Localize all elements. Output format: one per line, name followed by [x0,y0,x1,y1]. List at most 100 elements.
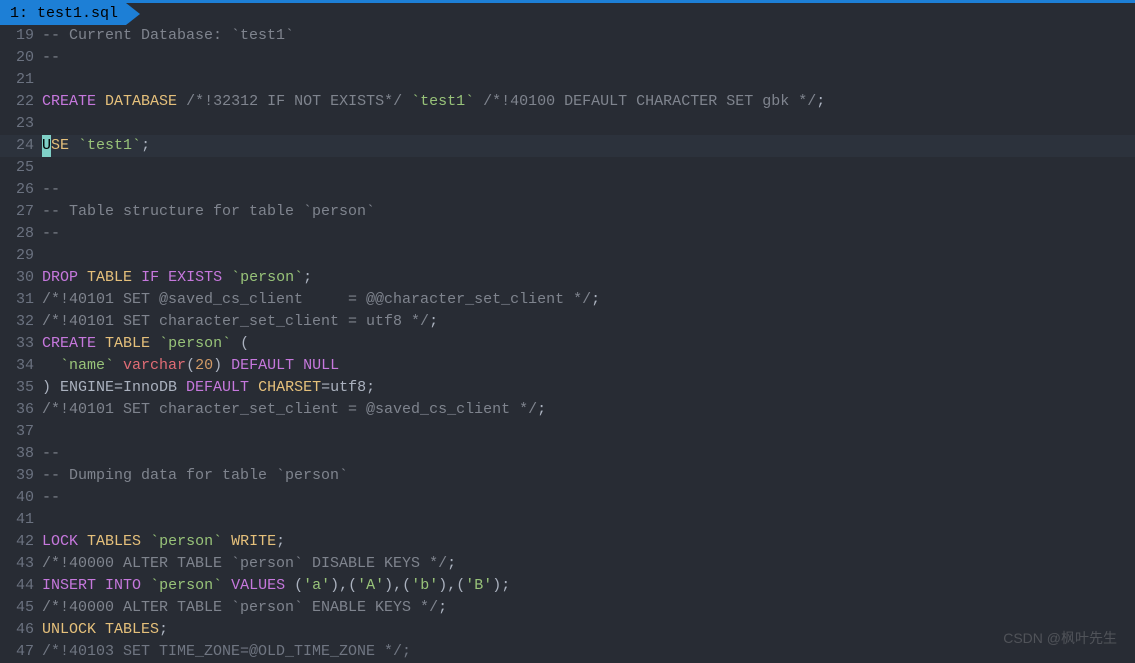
code-line[interactable]: 46UNLOCK TABLES; [0,619,1135,641]
line-content[interactable]: /*!40101 SET character_set_client = @sav… [42,399,1135,421]
token: -- [42,489,60,506]
token: /*!40101 SET character_set_client = utf8… [42,313,429,330]
code-line[interactable]: 36/*!40101 SET character_set_client = @s… [0,399,1135,421]
line-content[interactable]: UNLOCK TABLES; [42,619,1135,641]
line-content[interactable]: CREATE TABLE `person` ( [42,333,1135,355]
code-line[interactable]: 39-- Dumping data for table `person` [0,465,1135,487]
line-number: 22 [0,91,42,113]
code-line[interactable]: 40-- [0,487,1135,509]
token [132,269,141,286]
line-content[interactable]: -- Dumping data for table `person` [42,465,1135,487]
token: ) [213,357,231,374]
token: ; [159,621,168,638]
code-line[interactable]: 28-- [0,223,1135,245]
line-number: 19 [0,25,42,47]
token: TABLES [105,621,159,638]
code-line[interactable]: 32/*!40101 SET character_set_client = ut… [0,311,1135,333]
line-content[interactable]: /*!40103 SET TIME_ZONE=@OLD_TIME_ZONE */… [42,641,1135,663]
line-content[interactable]: USE `test1`; [42,135,1135,157]
line-content[interactable]: -- [42,223,1135,245]
code-line[interactable]: 33CREATE TABLE `person` ( [0,333,1135,355]
code-line[interactable]: 41 [0,509,1135,531]
token: ; [447,555,456,572]
code-line[interactable]: 44INSERT INTO `person` VALUES ('a'),('A'… [0,575,1135,597]
token: DATABASE [105,93,177,110]
token [69,137,78,154]
token [141,533,150,550]
token: -- [42,181,60,198]
tab-index: 1: [10,3,28,25]
token: -- [42,225,60,242]
token: =utf8; [321,379,375,396]
code-line[interactable]: 22CREATE DATABASE /*!32312 IF NOT EXISTS… [0,91,1135,113]
token [42,357,60,374]
line-content[interactable]: INSERT INTO `person` VALUES ('a'),('A'),… [42,575,1135,597]
line-content[interactable]: -- [42,487,1135,509]
code-line[interactable]: 31/*!40101 SET @saved_cs_client = @@char… [0,289,1135,311]
line-content[interactable]: /*!40000 ALTER TABLE `person` ENABLE KEY… [42,597,1135,619]
token [96,93,105,110]
code-line[interactable]: 30DROP TABLE IF EXISTS `person`; [0,267,1135,289]
token [177,93,186,110]
token: `test1` [78,137,141,154]
code-line[interactable]: 19-- Current Database: `test1` [0,25,1135,47]
token: /*!40101 SET character_set_client = @sav… [42,401,537,418]
token: -- Current Database: `test1` [42,27,294,44]
token: `person` [159,335,231,352]
token: ),( [438,577,465,594]
code-line[interactable]: 21 [0,69,1135,91]
code-line[interactable]: 47/*!40103 SET TIME_ZONE=@OLD_TIME_ZONE … [0,641,1135,663]
code-line[interactable]: 43/*!40000 ALTER TABLE `person` DISABLE … [0,553,1135,575]
code-line[interactable]: 24USE `test1`; [0,135,1135,157]
token: WRITE [231,533,276,550]
code-line[interactable]: 45/*!40000 ALTER TABLE `person` ENABLE K… [0,597,1135,619]
token: ) ENGINE [42,379,114,396]
token: `person` [150,533,222,550]
line-content[interactable]: CREATE DATABASE /*!32312 IF NOT EXISTS*/… [42,91,1135,113]
code-line[interactable]: 23 [0,113,1135,135]
token [402,93,411,110]
code-line[interactable]: 29 [0,245,1135,267]
line-content[interactable]: -- [42,179,1135,201]
line-number: 28 [0,223,42,245]
line-number: 36 [0,399,42,421]
line-content[interactable]: /*!40000 ALTER TABLE `person` DISABLE KE… [42,553,1135,575]
line-number: 33 [0,333,42,355]
token: -- Table structure for table `person` [42,203,375,220]
line-content[interactable]: `name` varchar(20) DEFAULT NULL [42,355,1135,377]
line-content[interactable]: -- [42,47,1135,69]
line-content[interactable]: -- Current Database: `test1` [42,25,1135,47]
line-number: 34 [0,355,42,377]
line-content[interactable]: /*!40101 SET character_set_client = utf8… [42,311,1135,333]
token: ; [816,93,825,110]
line-content[interactable]: ) ENGINE=InnoDB DEFAULT CHARSET=utf8; [42,377,1135,399]
tab-active[interactable]: 1: test1.sql [0,3,126,25]
code-line[interactable]: 26-- [0,179,1135,201]
line-content[interactable]: DROP TABLE IF EXISTS `person`; [42,267,1135,289]
code-line[interactable]: 25 [0,157,1135,179]
token: CHARSET [258,379,321,396]
code-editor[interactable]: 19-- Current Database: `test1`20--2122CR… [0,25,1135,663]
code-line[interactable]: 37 [0,421,1135,443]
line-number: 32 [0,311,42,333]
code-line[interactable]: 20-- [0,47,1135,69]
code-line[interactable]: 34 `name` varchar(20) DEFAULT NULL [0,355,1135,377]
line-content[interactable]: LOCK TABLES `person` WRITE; [42,531,1135,553]
line-content[interactable]: -- [42,443,1135,465]
token: /*!40103 SET TIME_ZONE=@OLD_TIME_ZONE */… [42,643,411,660]
line-content[interactable]: -- Table structure for table `person` [42,201,1135,223]
code-line[interactable]: 27-- Table structure for table `person` [0,201,1135,223]
token: VALUES [231,577,285,594]
line-number: 45 [0,597,42,619]
code-line[interactable]: 35) ENGINE=InnoDB DEFAULT CHARSET=utf8; [0,377,1135,399]
token: /*!40000 ALTER TABLE `person` ENABLE KEY… [42,599,438,616]
code-line[interactable]: 42LOCK TABLES `person` WRITE; [0,531,1135,553]
token: 'b' [411,577,438,594]
token: ; [537,401,546,418]
code-line[interactable]: 38-- [0,443,1135,465]
line-content[interactable]: /*!40101 SET @saved_cs_client = @@charac… [42,289,1135,311]
token: ),( [330,577,357,594]
token: varchar [123,357,186,374]
token [114,357,123,374]
token: ; [141,137,150,154]
